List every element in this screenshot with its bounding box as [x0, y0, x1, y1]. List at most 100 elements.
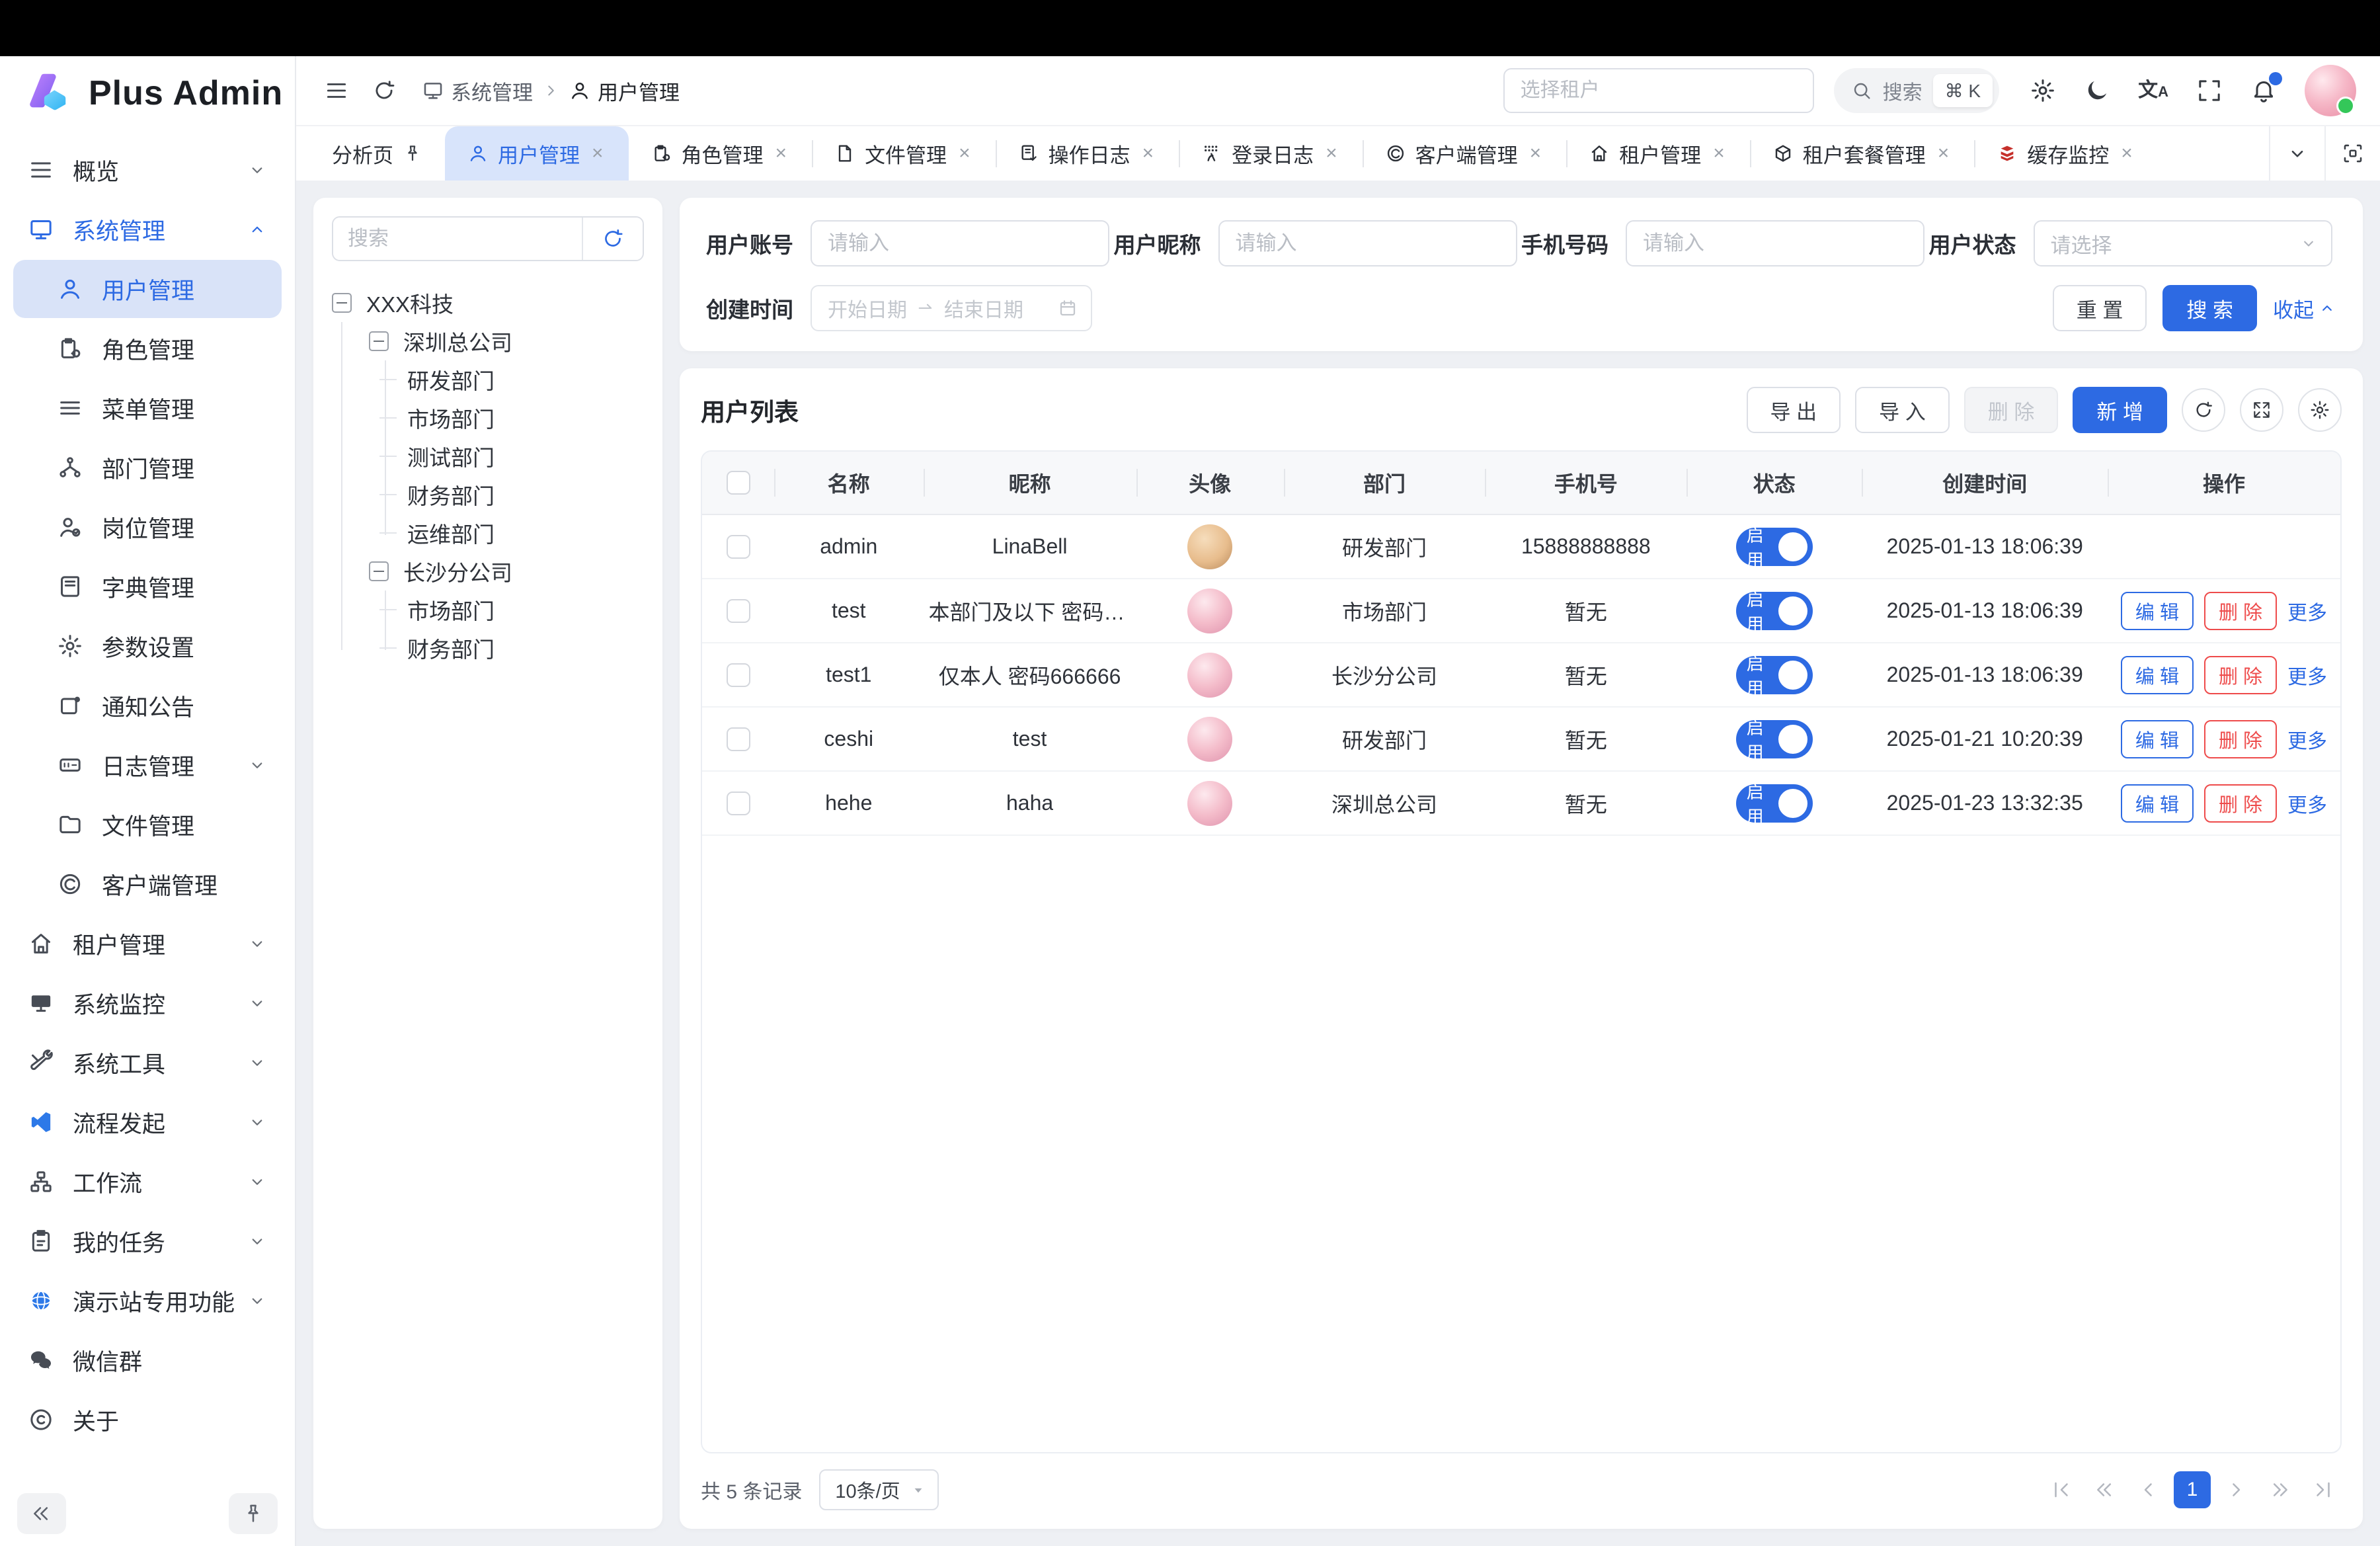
next-page-button[interactable] — [2217, 1471, 2254, 1508]
tree-node[interactable]: 深圳总公司 — [369, 322, 644, 360]
status-toggle[interactable]: 启用 — [1736, 784, 1813, 823]
close-icon[interactable]: × — [589, 141, 606, 166]
tab-user-mgmt[interactable]: 用户管理× — [445, 126, 629, 181]
notifications-button[interactable] — [2250, 77, 2277, 104]
row-checkbox[interactable] — [727, 599, 750, 623]
sidebar-item-role-mgmt[interactable]: 角色管理 — [13, 319, 282, 378]
tab-tenant-mgmt[interactable]: 租户管理× — [1566, 126, 1750, 181]
user-nickname-input[interactable] — [1218, 220, 1517, 266]
sidebar-item-system-monitor[interactable]: 系统监控 — [13, 974, 282, 1032]
settings-button[interactable] — [2030, 77, 2056, 104]
edit-button[interactable]: 编 辑 — [2121, 656, 2194, 694]
select-all-checkbox[interactable] — [727, 471, 750, 495]
sidebar-item-file-mgmt[interactable]: 文件管理 — [13, 795, 282, 854]
sidebar-item-flow-start[interactable]: 流程发起 — [13, 1093, 282, 1151]
sidebar-item-wechat-group[interactable]: 微信群 — [13, 1331, 282, 1389]
hamburger-menu-button[interactable] — [324, 78, 349, 103]
close-icon[interactable]: × — [1710, 141, 1727, 166]
sidebar-item-client-mgmt[interactable]: 客户端管理 — [13, 855, 282, 913]
prev-page-button[interactable] — [2130, 1471, 2167, 1508]
collapse-filter-link[interactable]: 收起 — [2273, 294, 2336, 323]
more-button[interactable]: 更多 — [2287, 661, 2327, 690]
close-icon[interactable]: × — [956, 141, 973, 166]
close-icon[interactable]: × — [1323, 141, 1340, 166]
refresh-page-button[interactable] — [372, 78, 397, 103]
search-button[interactable]: 搜 索 — [2162, 285, 2257, 331]
sidebar-item-system-mgmt[interactable]: 系统管理 — [13, 200, 282, 259]
sidebar-item-system-tools[interactable]: 系统工具 — [13, 1034, 282, 1092]
reset-button[interactable]: 重 置 — [2053, 285, 2147, 331]
edit-button[interactable]: 编 辑 — [2121, 592, 2194, 630]
tenant-select-input[interactable] — [1503, 68, 1814, 113]
close-icon[interactable]: × — [1935, 141, 1952, 166]
sidebar-item-menu-mgmt[interactable]: 菜单管理 — [13, 379, 282, 437]
sidebar-item-post-mgmt[interactable]: 岗位管理 — [13, 498, 282, 556]
tab-file-mgmt[interactable]: 文件管理× — [812, 126, 996, 181]
close-icon[interactable]: × — [2118, 141, 2135, 166]
tree-collapse-box-icon[interactable] — [369, 561, 389, 581]
sidebar-item-my-tasks[interactable]: 我的任务 — [13, 1212, 282, 1270]
tree-refresh-button[interactable] — [582, 218, 643, 260]
delete-selected-button[interactable]: 删 除 — [1964, 387, 2059, 433]
sidebar-pin-button[interactable] — [229, 1493, 278, 1534]
tab-role-mgmt[interactable]: 角色管理× — [629, 126, 813, 181]
tab-analysis[interactable]: 分析页 — [309, 126, 445, 181]
status-toggle[interactable]: 启用 — [1736, 720, 1813, 758]
sidebar-item-workflow[interactable]: 工作流 — [13, 1153, 282, 1211]
page-number-current[interactable]: 1 — [2174, 1471, 2211, 1508]
content-fullscreen-button[interactable] — [2324, 126, 2380, 181]
sidebar-item-param-settings[interactable]: 参数设置 — [13, 617, 282, 675]
breadcrumb-page[interactable]: 用户管理 — [569, 76, 680, 106]
date-range-picker[interactable]: 开始日期 结束日期 — [811, 285, 1092, 331]
sidebar-item-demo-features[interactable]: 演示站专用功能 — [13, 1272, 282, 1330]
tree-node[interactable]: 测试部门 — [406, 437, 644, 475]
tree-node[interactable]: 长沙分公司 — [369, 552, 644, 590]
sidebar-item-tenant-mgmt[interactable]: 租户管理 — [13, 915, 282, 973]
user-status-select[interactable]: 请选择 — [2034, 220, 2332, 266]
sidebar-collapse-button[interactable] — [17, 1493, 66, 1534]
delete-button[interactable]: 删 除 — [2204, 592, 2277, 630]
last-page-button[interactable] — [2305, 1471, 2342, 1508]
language-switch-button[interactable]: 文A — [2138, 81, 2168, 101]
phone-number-input[interactable] — [1626, 220, 1924, 266]
row-checkbox[interactable] — [727, 663, 750, 687]
sidebar-item-about[interactable]: 关于 — [13, 1391, 282, 1449]
tab-tenant-package-mgmt[interactable]: 租户套餐管理× — [1750, 126, 1975, 181]
edit-button[interactable]: 编 辑 — [2121, 720, 2194, 758]
sidebar-item-dept-mgmt[interactable]: 部门管理 — [13, 438, 282, 497]
tree-node[interactable]: 运维部门 — [406, 514, 644, 552]
row-checkbox[interactable] — [727, 792, 750, 815]
import-button[interactable]: 导 入 — [1855, 387, 1950, 433]
tree-node[interactable]: 财务部门 — [406, 629, 644, 667]
table-fullscreen-button[interactable] — [2240, 388, 2283, 432]
tree-collapse-box-icon[interactable] — [332, 293, 352, 313]
delete-button[interactable]: 删 除 — [2204, 784, 2277, 823]
delete-button[interactable]: 删 除 — [2204, 656, 2277, 694]
row-checkbox[interactable] — [727, 727, 750, 751]
close-icon[interactable]: × — [773, 141, 790, 166]
dark-mode-toggle[interactable] — [2084, 77, 2110, 104]
tab-cache-monitor[interactable]: 缓存监控× — [1974, 126, 2158, 181]
tree-node[interactable]: 研发部门 — [406, 360, 644, 399]
sidebar-item-log-mgmt[interactable]: 日志管理 — [13, 736, 282, 794]
more-button[interactable]: 更多 — [2287, 725, 2327, 754]
tabs-dropdown-button[interactable] — [2269, 126, 2324, 181]
row-checkbox[interactable] — [727, 535, 750, 559]
table-settings-button[interactable] — [2298, 388, 2342, 432]
page-size-select[interactable]: 10条/页 — [819, 1469, 938, 1510]
user-avatar[interactable] — [2305, 65, 2356, 116]
tree-collapse-box-icon[interactable] — [369, 331, 389, 351]
status-toggle[interactable]: 启用 — [1736, 592, 1813, 630]
breadcrumb-section[interactable]: 系统管理 — [422, 76, 533, 106]
user-account-input[interactable] — [811, 220, 1109, 266]
table-refresh-button[interactable] — [2182, 388, 2225, 432]
global-search-button[interactable]: 搜索 ⌘ K — [1834, 68, 1999, 113]
next-5-pages-button[interactable] — [2261, 1471, 2298, 1508]
prev-5-pages-button[interactable] — [2086, 1471, 2123, 1508]
tab-client-mgmt[interactable]: 客户端管理× — [1363, 126, 1567, 181]
export-button[interactable]: 导 出 — [1747, 387, 1841, 433]
tree-node[interactable]: XXX科技 — [332, 284, 644, 322]
edit-button[interactable]: 编 辑 — [2121, 784, 2194, 823]
more-button[interactable]: 更多 — [2287, 789, 2327, 818]
delete-button[interactable]: 删 除 — [2204, 720, 2277, 758]
